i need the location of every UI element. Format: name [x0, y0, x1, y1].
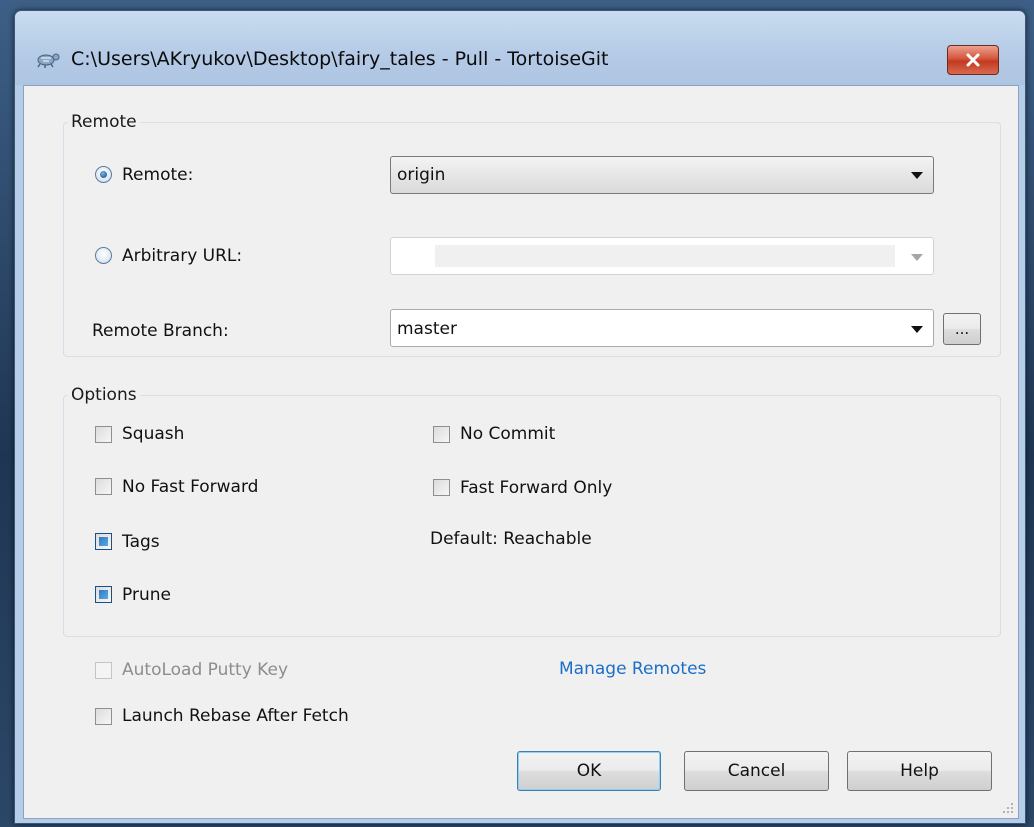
- no-commit-checkbox[interactable]: [433, 426, 450, 443]
- pull-dialog: C:\Users\AKryukov\Desktop\fairy_tales - …: [14, 10, 1026, 824]
- url-field-placeholder-area: [435, 245, 895, 267]
- tags-checkbox[interactable]: [95, 533, 112, 550]
- fast-forward-only-label[interactable]: Fast Forward Only: [460, 478, 612, 498]
- arbitrary-url-combo: [390, 237, 934, 275]
- checkbox-checked-mark: [99, 537, 108, 546]
- checkbox-checked-mark: [99, 590, 108, 599]
- remote-combo-value: origin: [397, 165, 446, 185]
- prune-label[interactable]: Prune: [122, 585, 171, 605]
- remote-branch-value: master: [397, 319, 457, 339]
- remote-radio-label[interactable]: Remote:: [122, 165, 193, 185]
- radio-selected-dot: [100, 171, 107, 178]
- no-fast-forward-label[interactable]: No Fast Forward: [122, 477, 258, 497]
- tortoisegit-icon: [37, 53, 60, 68]
- close-button[interactable]: [947, 45, 999, 75]
- title-bar[interactable]: C:\Users\AKryukov\Desktop\fairy_tales - …: [15, 11, 1025, 85]
- chevron-down-icon: [911, 326, 923, 333]
- chevron-down-icon: [911, 254, 923, 261]
- options-group-label: Options: [68, 385, 140, 405]
- no-fast-forward-checkbox[interactable]: [95, 478, 112, 495]
- close-icon: [966, 53, 980, 67]
- manage-remotes-link[interactable]: Manage Remotes: [559, 659, 706, 679]
- launch-rebase-label[interactable]: Launch Rebase After Fetch: [122, 706, 349, 726]
- remote-branch-label: Remote Branch:: [92, 321, 229, 341]
- window-title: C:\Users\AKryukov\Desktop\fairy_tales - …: [71, 48, 609, 70]
- dialog-client-area: Remote Remote: origin Arbitrary URL: Rem…: [23, 85, 1019, 819]
- no-commit-label[interactable]: No Commit: [460, 424, 555, 444]
- arbitrary-url-radio[interactable]: [95, 247, 112, 264]
- ok-button[interactable]: OK: [517, 751, 661, 791]
- launch-rebase-checkbox[interactable]: [95, 708, 112, 725]
- tags-label[interactable]: Tags: [122, 532, 160, 552]
- remote-combo[interactable]: origin: [390, 156, 934, 194]
- fast-forward-only-checkbox[interactable]: [433, 479, 450, 496]
- squash-checkbox[interactable]: [95, 426, 112, 443]
- browse-branch-button[interactable]: ...: [943, 313, 981, 345]
- tags-default-text: Default: Reachable: [430, 529, 592, 549]
- cancel-button[interactable]: Cancel: [684, 751, 829, 791]
- autoload-putty-key-checkbox: [95, 662, 112, 679]
- remote-group-label: Remote: [68, 112, 140, 132]
- prune-checkbox[interactable]: [95, 586, 112, 603]
- resize-grip-icon[interactable]: [1002, 802, 1014, 814]
- remote-radio[interactable]: [95, 166, 112, 183]
- help-button[interactable]: Help: [847, 751, 992, 791]
- autoload-putty-key-label: AutoLoad Putty Key: [122, 660, 288, 680]
- squash-label[interactable]: Squash: [122, 424, 184, 444]
- arbitrary-url-label[interactable]: Arbitrary URL:: [122, 246, 242, 266]
- chevron-down-icon: [911, 172, 923, 179]
- remote-branch-combo[interactable]: master: [390, 309, 934, 347]
